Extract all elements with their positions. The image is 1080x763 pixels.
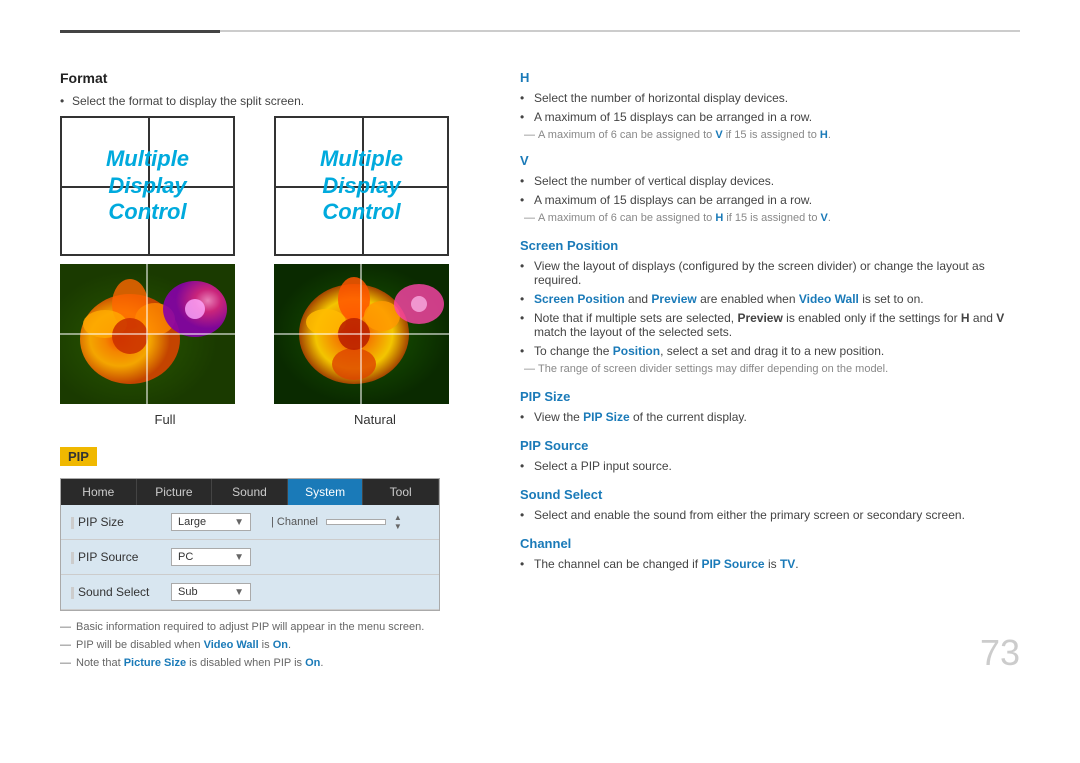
format-text-1: Multiple Display Control xyxy=(106,146,189,225)
photo-grid xyxy=(60,264,480,404)
format-text-2: Multiple Display Control xyxy=(320,146,403,225)
format-bullet: Select the format to display the split s… xyxy=(60,94,480,108)
h-note: A maximum of 6 can be assigned to V if 1… xyxy=(520,129,1020,141)
sound-select-right-bullet: Select and enable the sound from either … xyxy=(520,508,1020,522)
pip-source-select[interactable]: PC ▼ xyxy=(171,548,251,566)
tab-picture[interactable]: Picture xyxy=(137,479,213,505)
page-number: 73 xyxy=(980,632,1020,674)
pip-size-title: PIP Size xyxy=(520,389,1020,404)
tab-tool[interactable]: Tool xyxy=(363,479,439,505)
pip-size-right-bullet: View the PIP Size of the current display… xyxy=(520,410,1020,424)
sp-note: The range of screen divider settings may… xyxy=(520,363,1020,375)
channel-label: | Channel xyxy=(271,516,318,528)
pip-source-label: PIP Source xyxy=(71,550,171,564)
v-letter: V xyxy=(520,153,1020,168)
format-labels: Full Natural xyxy=(60,412,480,427)
sp-bullet-2: Screen Position and Preview are enabled … xyxy=(520,292,1020,306)
h-bullet-1: Select the number of horizontal display … xyxy=(520,91,1020,105)
channel-title: Channel xyxy=(520,536,1020,551)
tab-home[interactable]: Home xyxy=(61,479,137,505)
pip-badge: PIP xyxy=(60,447,97,466)
flower-bg-2 xyxy=(274,264,449,404)
tab-system[interactable]: System xyxy=(288,479,364,505)
v-bullet-2: A maximum of 15 displays can be arranged… xyxy=(520,193,1020,207)
top-line-dark xyxy=(60,30,220,33)
label-natural: Natural xyxy=(288,412,463,427)
menu-tabs: Home Picture Sound System Tool xyxy=(61,479,439,505)
screen-position-title: Screen Position xyxy=(520,238,1020,253)
sp-bullet-4: To change the Position, select a set and… xyxy=(520,344,1020,358)
photo-image-1 xyxy=(60,264,235,404)
v-note: A maximum of 6 can be assigned to H if 1… xyxy=(520,212,1020,224)
sound-select-label: Sound Select xyxy=(71,585,171,599)
h-bullet-2: A maximum of 15 displays can be arranged… xyxy=(520,110,1020,124)
format-title: Format xyxy=(60,70,480,86)
format-image-2: Multiple Display Control xyxy=(274,116,449,256)
h-letter: H xyxy=(520,70,1020,85)
format-grid: Multiple Display Control Multiple Displa… xyxy=(60,116,480,256)
pip-note-2: PIP will be disabled when Video Wall is … xyxy=(60,639,480,651)
menu-row-pip-size: PIP Size Large ▼ | Channel ▲ xyxy=(61,505,439,540)
menu-rows: PIP Size Large ▼ | Channel ▲ xyxy=(61,505,439,610)
v-bullet-1: Select the number of vertical display de… xyxy=(520,174,1020,188)
flower-bg-1 xyxy=(60,264,235,404)
tab-sound[interactable]: Sound xyxy=(212,479,288,505)
menu-ui: Home Picture Sound System Tool PIP Size xyxy=(60,478,440,611)
pip-source-title: PIP Source xyxy=(520,438,1020,453)
left-column: Format Select the format to display the … xyxy=(60,70,480,669)
menu-row-pip-source: PIP Source PC ▼ xyxy=(61,540,439,575)
format-image-1: Multiple Display Control xyxy=(60,116,235,256)
pip-note-3: Note that Picture Size is disabled when … xyxy=(60,657,480,669)
photo-image-2 xyxy=(274,264,449,404)
channel-input[interactable] xyxy=(326,519,386,525)
label-full: Full xyxy=(78,412,253,427)
sp-bullet-1: View the layout of displays (configured … xyxy=(520,259,1020,287)
pip-note-1: Basic information required to adjust PIP… xyxy=(60,621,480,633)
sp-bullet-3: Note that if multiple sets are selected,… xyxy=(520,311,1020,339)
sound-select-select[interactable]: Sub ▼ xyxy=(171,583,251,601)
pip-size-label: PIP Size xyxy=(71,515,171,529)
pip-size-select[interactable]: Large ▼ xyxy=(171,513,251,531)
menu-row-sound-select: Sound Select Sub ▼ xyxy=(61,575,439,610)
channel-arrows[interactable]: ▲ ▼ xyxy=(394,513,402,531)
channel-right-bullet: The channel can be changed if PIP Source… xyxy=(520,557,1020,571)
sound-select-title: Sound Select xyxy=(520,487,1020,502)
right-column: H Select the number of horizontal displa… xyxy=(520,70,1020,669)
pip-source-right-bullet: Select a PIP input source. xyxy=(520,459,1020,473)
